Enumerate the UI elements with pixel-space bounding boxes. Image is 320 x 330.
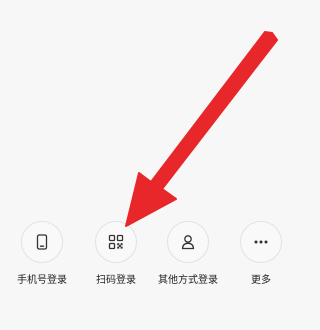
- phone-login-button[interactable]: [21, 221, 63, 263]
- qr-login-button[interactable]: [95, 221, 137, 263]
- person-icon: [181, 235, 195, 250]
- other-login-button[interactable]: [167, 221, 209, 263]
- login-options-panel: 手机号登录 扫码登录 其他方式登录 更多: [0, 0, 310, 330]
- more-label: 更多: [251, 275, 271, 286]
- more-dots-icon: [254, 240, 268, 244]
- qr-code-icon: [108, 234, 124, 250]
- more-button[interactable]: [240, 221, 282, 263]
- more-option[interactable]: 更多: [216, 221, 306, 293]
- phone-icon: [36, 234, 48, 250]
